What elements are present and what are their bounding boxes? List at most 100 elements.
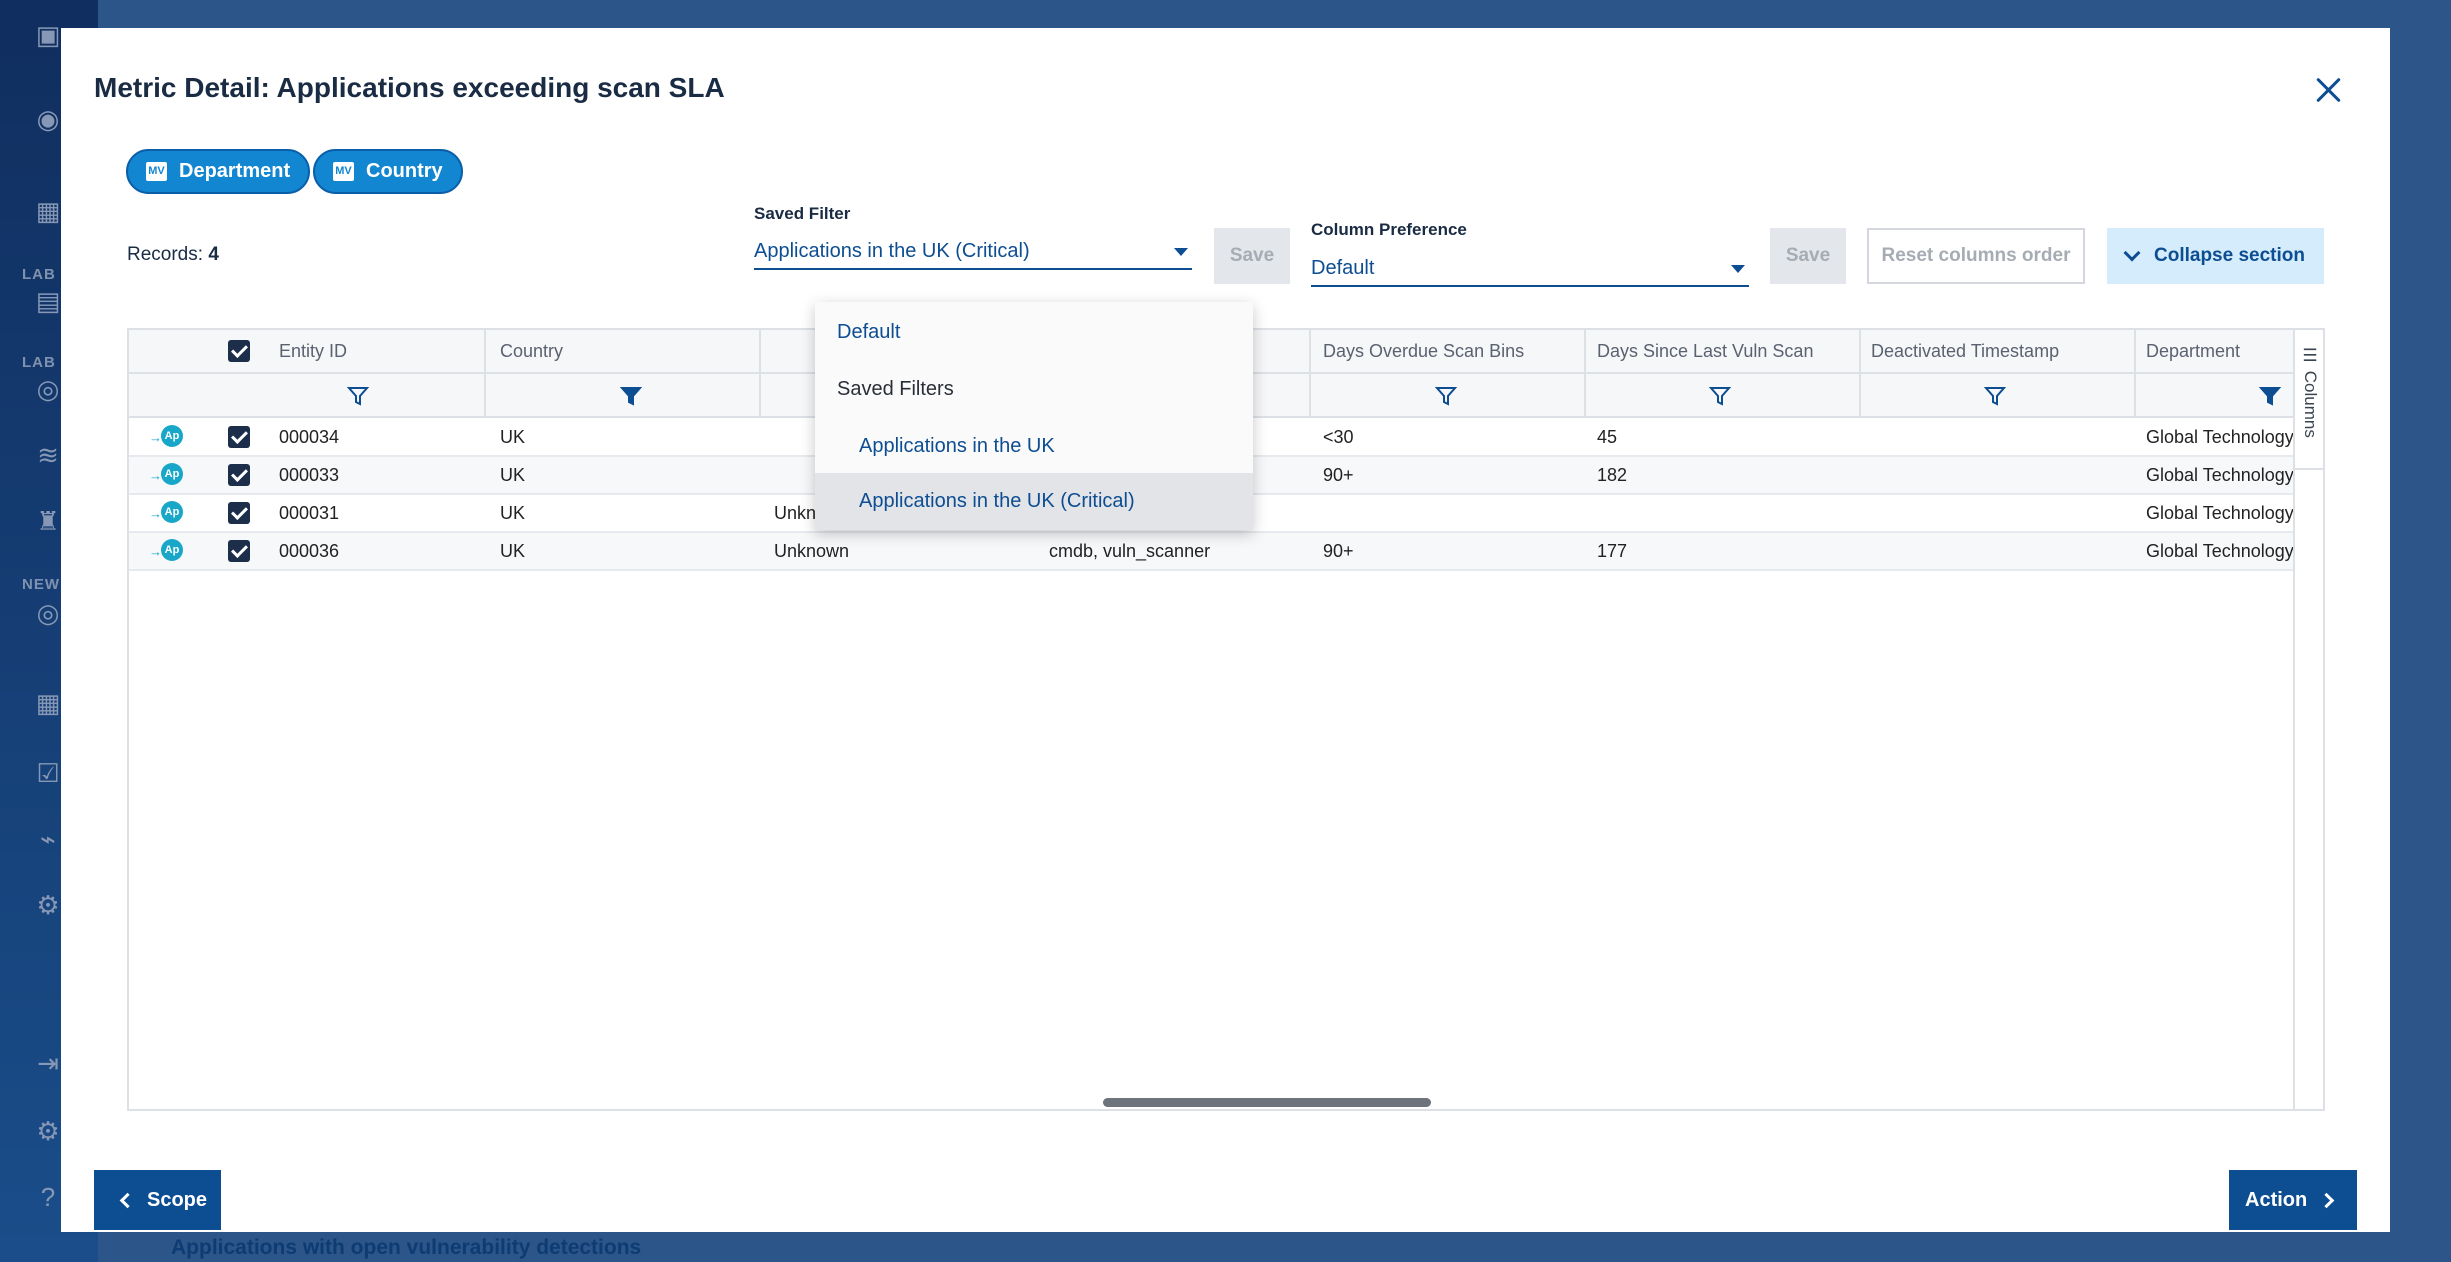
cell-days-overdue: 90+ [1323, 464, 1354, 485]
cell-days-since: 182 [1597, 464, 1628, 485]
dropdown-option-uk-critical[interactable]: Applications in the UK (Critical) [815, 473, 1253, 530]
select-all-cell [228, 330, 258, 372]
column-divider[interactable] [1309, 330, 1311, 372]
chip-label: Country [366, 160, 443, 182]
collapse-section-button[interactable]: Collapse section [2107, 228, 2324, 284]
close-icon[interactable] [2312, 74, 2344, 106]
filter-active-icon[interactable] [620, 385, 642, 407]
cell-deactivated [1871, 419, 2131, 455]
row-icon-cell: → Ap [149, 495, 189, 531]
filter-icon[interactable] [1709, 385, 1731, 407]
application-icon[interactable]: → Ap [149, 463, 183, 487]
cell-department: Global Technology [2146, 426, 2294, 447]
cell-days-overdue: 90+ [1323, 540, 1354, 561]
cell-days-since [1597, 495, 1857, 531]
cell-days-overdue [1323, 495, 1583, 531]
cell-col3: Unknown [774, 540, 850, 561]
chevron-right-icon [2318, 1192, 2335, 1208]
column-divider[interactable] [759, 330, 761, 372]
column-header-department[interactable]: Department [2146, 330, 2296, 372]
filter-icon[interactable] [1435, 385, 1457, 407]
cell-deactivated [1871, 457, 2131, 493]
mv-badge-icon: MV [146, 162, 167, 181]
table-row[interactable]: → Ap 000036 UK Unknown cmdb, vuln_scanner… [129, 533, 2295, 571]
column-divider [1309, 374, 1311, 416]
chip-label: Department [179, 160, 291, 182]
filter-icon[interactable] [1984, 385, 2006, 407]
filter-icon[interactable] [347, 385, 369, 407]
records-value: 4 [208, 244, 219, 265]
column-divider[interactable] [484, 330, 486, 372]
row-check-cell [228, 419, 258, 455]
column-header-days-since[interactable]: Days Since Last Vuln Scan [1597, 330, 1857, 372]
caret-down-icon [1174, 248, 1188, 256]
saved-filter-label: Saved Filter [754, 204, 851, 223]
row-icon-cell: → Ap [149, 457, 189, 493]
row-icon-cell: → Ap [149, 419, 189, 455]
column-divider [2134, 374, 2136, 416]
chip-country[interactable]: MV Country [313, 149, 463, 194]
cell-country: UK [500, 540, 526, 561]
row-checkbox[interactable] [228, 502, 250, 524]
cell-days-overdue: <30 [1323, 426, 1354, 447]
column-preference-select[interactable]: Default [1311, 253, 1749, 287]
column-preference-save-button[interactable]: Save [1770, 228, 1846, 284]
chevron-left-icon [119, 1192, 136, 1208]
action-button[interactable]: Action [2229, 1170, 2357, 1230]
select-all-checkbox[interactable] [228, 340, 250, 362]
column-header-country[interactable]: Country [500, 330, 750, 372]
application-icon[interactable]: → Ap [149, 539, 183, 563]
cell-days-since: 177 [1597, 540, 1628, 561]
scope-button[interactable]: Scope [94, 1170, 221, 1230]
column-header-days-overdue[interactable]: Days Overdue Scan Bins [1323, 330, 1583, 372]
cell-country: UK [500, 464, 526, 485]
row-check-cell [228, 533, 258, 569]
dropdown-option-default[interactable]: Default [815, 304, 1253, 361]
cell-country: UK [500, 426, 526, 447]
cell-deactivated [1871, 533, 2131, 569]
column-preference-label: Column Preference [1311, 220, 1467, 239]
records-count: Records: 4 [127, 244, 219, 266]
application-icon[interactable]: → Ap [149, 501, 183, 525]
filter-active-icon[interactable] [2259, 385, 2281, 407]
action-label: Action [2245, 1188, 2308, 1211]
dropdown-option-uk[interactable]: Applications in the UK [815, 418, 1253, 475]
cell-department: Global Technology [2146, 502, 2294, 523]
reset-columns-order-button[interactable]: Reset columns order [1867, 228, 2085, 284]
saved-filter-select[interactable]: Applications in the UK (Critical) [754, 236, 1192, 270]
horizontal-scrollbar[interactable] [1103, 1098, 1431, 1107]
column-divider [1584, 374, 1586, 416]
row-checkbox[interactable] [228, 426, 250, 448]
column-header-entity-id[interactable]: Entity ID [279, 330, 479, 372]
columns-panel-tab[interactable]: ☰ Columns [2293, 330, 2323, 470]
row-checkbox[interactable] [228, 540, 250, 562]
background-link: Applications with open vulnerability det… [171, 1236, 642, 1259]
row-checkbox[interactable] [228, 464, 250, 486]
chip-department[interactable]: MV Department [126, 149, 311, 194]
column-header-deactivated[interactable]: Deactivated Timestamp [1871, 330, 2131, 372]
collapse-section-label: Collapse section [2154, 245, 2305, 266]
cell-list: cmdb, vuln_scanner [1049, 540, 1211, 561]
column-preference-value: Default [1311, 257, 1375, 279]
chevron-up-icon [2123, 244, 2141, 262]
column-divider[interactable] [2134, 330, 2136, 372]
cell-country: UK [500, 502, 526, 523]
saved-filter-save-button[interactable]: Save [1214, 228, 1290, 284]
cell-entity-id: 000034 [279, 426, 340, 447]
scope-label: Scope [147, 1188, 208, 1211]
column-divider[interactable] [1584, 330, 1586, 372]
cell-department: Global Technology [2146, 464, 2294, 485]
application-icon[interactable]: → Ap [149, 425, 183, 449]
cell-department: Global Technology [2146, 540, 2294, 561]
row-check-cell [228, 495, 258, 531]
column-divider [1859, 374, 1861, 416]
row-icon-cell: → Ap [149, 533, 189, 569]
records-label: Records: [127, 244, 204, 265]
row-check-cell [228, 457, 258, 493]
dropdown-group-saved-filters: Saved Filters [837, 378, 954, 400]
mv-badge-icon: MV [333, 162, 354, 181]
cell-entity-id: 000033 [279, 464, 340, 485]
saved-filter-dropdown: Default Saved Filters Applications in th… [815, 302, 1253, 530]
column-divider[interactable] [1859, 330, 1861, 372]
caret-down-icon [1731, 265, 1745, 273]
